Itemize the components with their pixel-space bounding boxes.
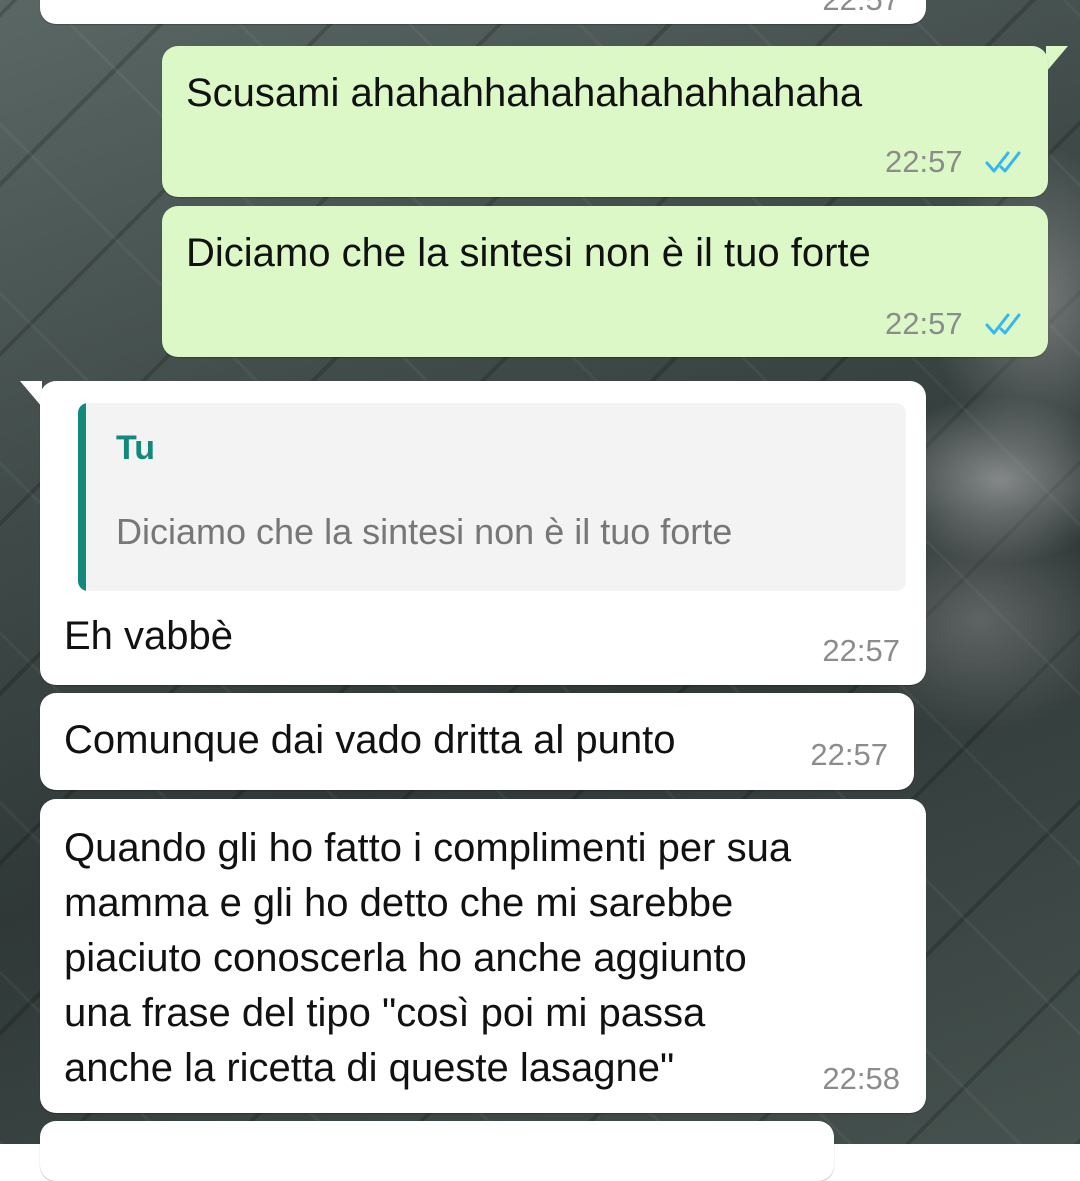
- message-time: 22:57: [885, 144, 963, 179]
- bubble-tail: [20, 381, 42, 407]
- bubble-tail: [1046, 46, 1068, 72]
- double-check-icon: [985, 151, 1021, 173]
- incoming-message-bubble[interactable]: Tu Diciamo che la sintesi non è il tuo f…: [40, 381, 926, 685]
- message-text: Quando gli ho fatto i complimenti per su…: [64, 826, 803, 1090]
- next-message-bubble[interactable]: [40, 1121, 834, 1181]
- incoming-message-bubble[interactable]: Comunque dai vado dritta al punto 22:57: [40, 693, 914, 790]
- message-text: Diciamo che la sintesi non è il tuo fort…: [186, 231, 871, 275]
- reply-quote-accent-bar: [78, 403, 86, 591]
- reply-quote-text: Diciamo che la sintesi non è il tuo fort…: [116, 511, 733, 552]
- message-time: 22:57: [810, 737, 888, 772]
- double-check-icon: [985, 313, 1021, 335]
- message-text: Eh vabbè: [64, 614, 234, 658]
- reply-quote-author: Tu: [116, 429, 156, 467]
- reply-quote[interactable]: Tu Diciamo che la sintesi non è il tuo f…: [78, 403, 906, 591]
- incoming-message-bubble[interactable]: Quando gli ho fatto i complimenti per su…: [40, 799, 926, 1113]
- message-text: Comunque dai vado dritta al punto: [64, 718, 676, 762]
- message-time: 22:57: [822, 633, 900, 668]
- outgoing-message-bubble[interactable]: Scusami ahahahhahahahahahhahaha 22:57: [162, 46, 1048, 197]
- message-time: 22:57: [885, 306, 963, 341]
- message-time: 22:57: [822, 0, 900, 18]
- previous-message-bubble[interactable]: 22:57: [40, 0, 926, 24]
- message-text: Scusami ahahahhahahahahahhahaha: [186, 71, 863, 115]
- message-time: 22:58: [822, 1061, 900, 1096]
- outgoing-message-bubble[interactable]: Diciamo che la sintesi non è il tuo fort…: [162, 206, 1048, 357]
